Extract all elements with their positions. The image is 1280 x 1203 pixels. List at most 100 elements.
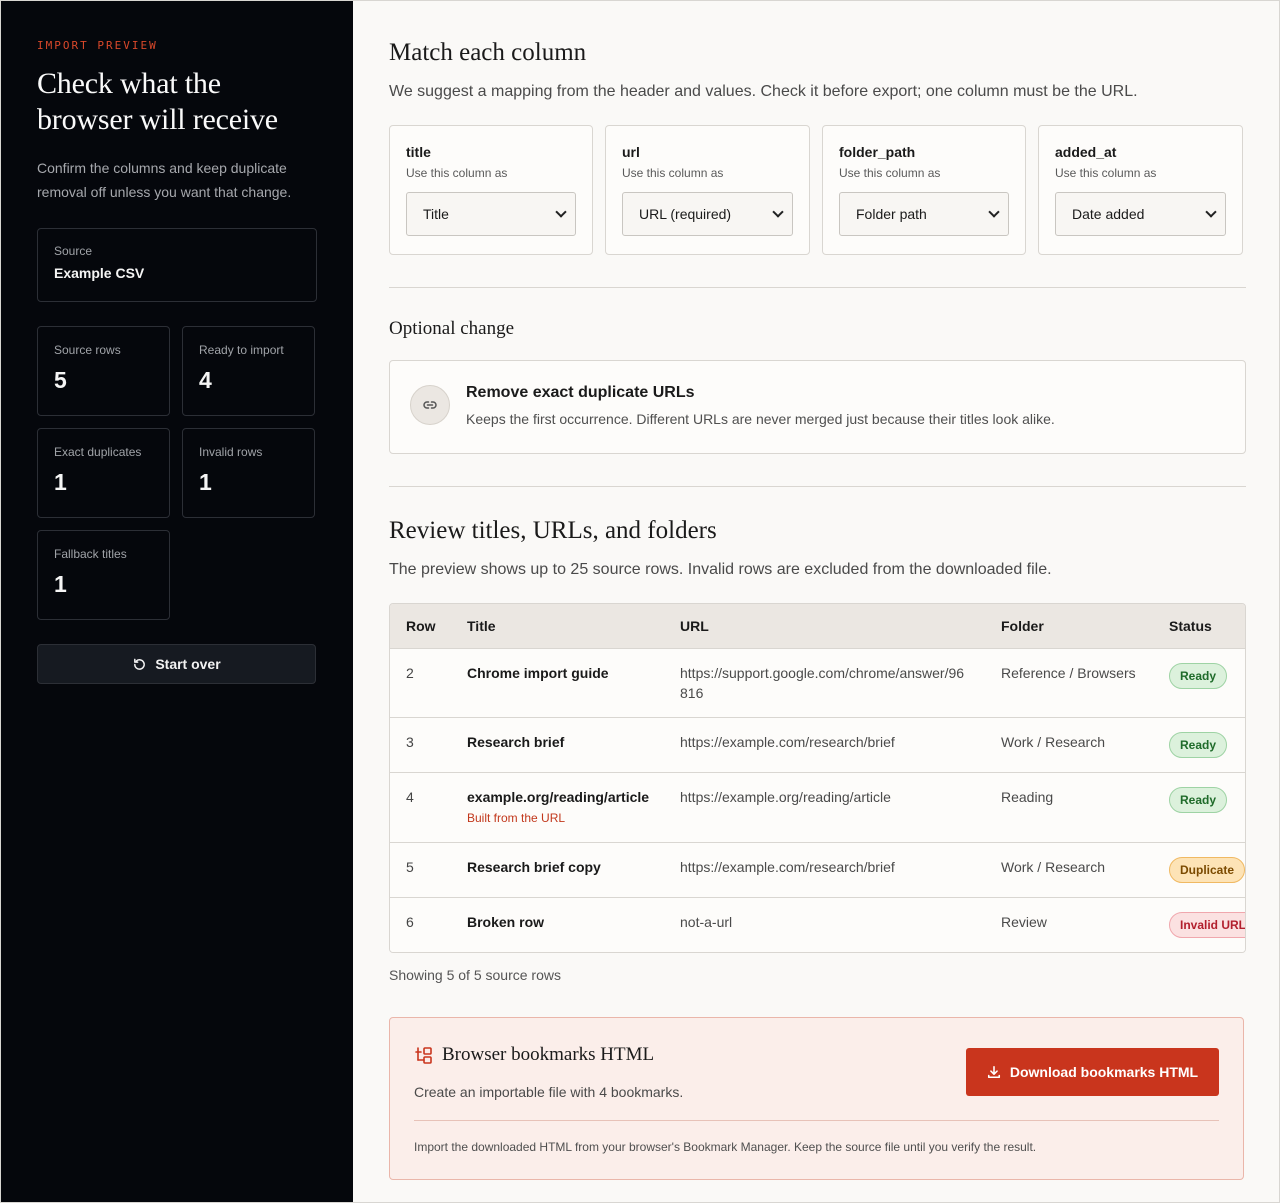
row-number: 2 — [390, 649, 451, 718]
stat-exact-duplicates: Exact duplicates 1 — [37, 428, 170, 518]
stat-label: Invalid rows — [199, 445, 263, 459]
column-header-status: Status — [1153, 604, 1245, 649]
fallback-title-note: Built from the URL — [467, 811, 566, 825]
mapping-card-added-at: added_at Use this column as Date added — [1038, 125, 1243, 255]
stat-value: 1 — [54, 571, 67, 597]
chevron-down-icon — [1205, 206, 1217, 218]
stats-grid: Source rows 5 Ready to import 4 Exact du… — [37, 326, 317, 620]
start-over-label: Start over — [155, 656, 221, 672]
column-header: folder_path — [839, 144, 916, 160]
stat-value: 5 — [54, 367, 67, 393]
column-header-row: Row — [390, 604, 451, 649]
download-icon — [987, 1065, 1000, 1079]
row-status: Ready — [1153, 718, 1245, 773]
eyebrow-label: IMPORT PREVIEW — [37, 39, 158, 52]
stat-fallback-titles: Fallback titles 1 — [37, 530, 170, 620]
row-status: Invalid URL — [1153, 898, 1245, 952]
selected-value: Title — [423, 206, 449, 222]
app-window: IMPORT PREVIEW Check what the browser wi… — [0, 0, 1280, 1203]
start-over-button[interactable]: Start over — [37, 644, 316, 684]
column-header-title: Title — [451, 604, 664, 649]
table-row: 2 Chrome import guide https://support.go… — [390, 649, 1245, 718]
row-title: Chrome import guide — [451, 649, 664, 718]
mapping-card-folder-path: folder_path Use this column as Folder pa… — [822, 125, 1026, 255]
table-row: 3 Research brief https://example.com/res… — [390, 718, 1245, 773]
row-count-summary: Showing 5 of 5 source rows — [389, 967, 561, 983]
stat-value: 1 — [54, 469, 67, 495]
column-hint: Use this column as — [622, 166, 724, 180]
row-title: Research brief copy — [451, 843, 664, 898]
table-row: 5 Research brief copy https://example.co… — [390, 843, 1245, 898]
optional-title: Optional change — [389, 318, 515, 339]
column-header: added_at — [1055, 144, 1117, 160]
section-divider — [389, 486, 1246, 487]
row-title: example.org/reading/article — [467, 789, 650, 805]
preview-table: Row Title URL Folder Status 2 Chrome imp… — [389, 603, 1246, 953]
stat-ready-to-import: Ready to import 4 — [182, 326, 315, 416]
stat-label: Fallback titles — [54, 547, 127, 561]
status-badge: Invalid URL — [1169, 912, 1245, 938]
chevron-down-icon — [988, 206, 1000, 218]
column-mapping-select[interactable]: Folder path — [839, 192, 1009, 236]
mapping-title: Match each column — [389, 39, 587, 66]
stat-value: 1 — [199, 469, 212, 495]
status-badge: Ready — [1169, 732, 1228, 758]
export-panel: Browser bookmarks HTML Create an importa… — [389, 1017, 1244, 1180]
mapping-lead: We suggest a mapping from the header and… — [389, 83, 1138, 100]
option-title: Remove exact duplicate URLs — [466, 384, 695, 401]
download-bookmarks-button[interactable]: Download bookmarks HTML — [966, 1048, 1219, 1096]
row-folder: Review — [985, 898, 1153, 952]
status-badge: Ready — [1169, 787, 1228, 813]
column-mapping-row: title Use this column as Title url Use t… — [389, 125, 1246, 255]
stat-label: Source rows — [54, 343, 121, 357]
mapping-card-title: title Use this column as Title — [389, 125, 593, 255]
remove-duplicates-toggle[interactable]: Remove exact duplicate URLs Keeps the fi… — [389, 360, 1246, 454]
row-status: Duplicate — [1153, 843, 1245, 898]
row-folder: Work / Research — [985, 843, 1153, 898]
selected-value: Folder path — [856, 206, 927, 222]
column-header: title — [406, 144, 431, 160]
row-status: Ready — [1153, 773, 1245, 843]
stat-value: 4 — [199, 367, 212, 393]
row-number: 3 — [390, 718, 451, 773]
status-badge: Ready — [1169, 663, 1228, 689]
main-panel: Match each column We suggest a mapping f… — [353, 1, 1280, 1202]
column-mapping-select[interactable]: Date added — [1055, 192, 1226, 236]
table-header-row: Row Title URL Folder Status — [390, 604, 1245, 649]
download-label: Download bookmarks HTML — [1009, 1064, 1199, 1080]
export-title: Browser bookmarks HTML — [442, 1044, 655, 1065]
mapping-card-url: url Use this column as URL (required) — [605, 125, 810, 255]
source-card: Source Example CSV — [37, 228, 317, 302]
row-url: https://example.com/research/brief — [664, 843, 985, 898]
selected-value: Date added — [1072, 206, 1145, 222]
link-icon — [410, 385, 450, 425]
source-value: Example CSV — [54, 265, 145, 281]
table-row: 4 example.org/reading/article Built from… — [390, 773, 1245, 843]
option-description: Keeps the first occurrence. Different UR… — [466, 411, 1055, 427]
column-header-folder: Folder — [985, 604, 1153, 649]
sidebar-title: Check what the browser will receive — [37, 67, 278, 136]
row-folder: Reference / Browsers — [985, 649, 1153, 718]
stat-label: Ready to import — [199, 343, 284, 357]
sidebar-description: Confirm the columns and keep duplicate r… — [37, 160, 292, 200]
row-folder: Work / Research — [985, 718, 1153, 773]
row-folder: Reading — [985, 773, 1153, 843]
row-title: Research brief — [451, 718, 664, 773]
stat-source-rows: Source rows 5 — [37, 326, 170, 416]
section-divider — [389, 287, 1246, 288]
export-note: Import the downloaded HTML from your bro… — [414, 1140, 1037, 1154]
table-row: 6 Broken row not-a-url Review Invalid UR… — [390, 898, 1245, 952]
sidebar: IMPORT PREVIEW Check what the browser wi… — [1, 1, 353, 1202]
column-mapping-select[interactable]: Title — [406, 192, 576, 236]
column-header: url — [622, 144, 640, 160]
column-mapping-select[interactable]: URL (required) — [622, 192, 793, 236]
column-hint: Use this column as — [839, 166, 941, 180]
row-title: Broken row — [451, 898, 664, 952]
bookmark-tree-icon — [415, 1047, 432, 1064]
column-hint: Use this column as — [406, 166, 508, 180]
chevron-down-icon — [772, 206, 784, 218]
row-url: https://example.org/reading/article — [664, 773, 985, 843]
chevron-down-icon — [555, 206, 567, 218]
stat-invalid-rows: Invalid rows 1 — [182, 428, 315, 518]
row-title-cell: example.org/reading/article Built from t… — [451, 773, 664, 843]
